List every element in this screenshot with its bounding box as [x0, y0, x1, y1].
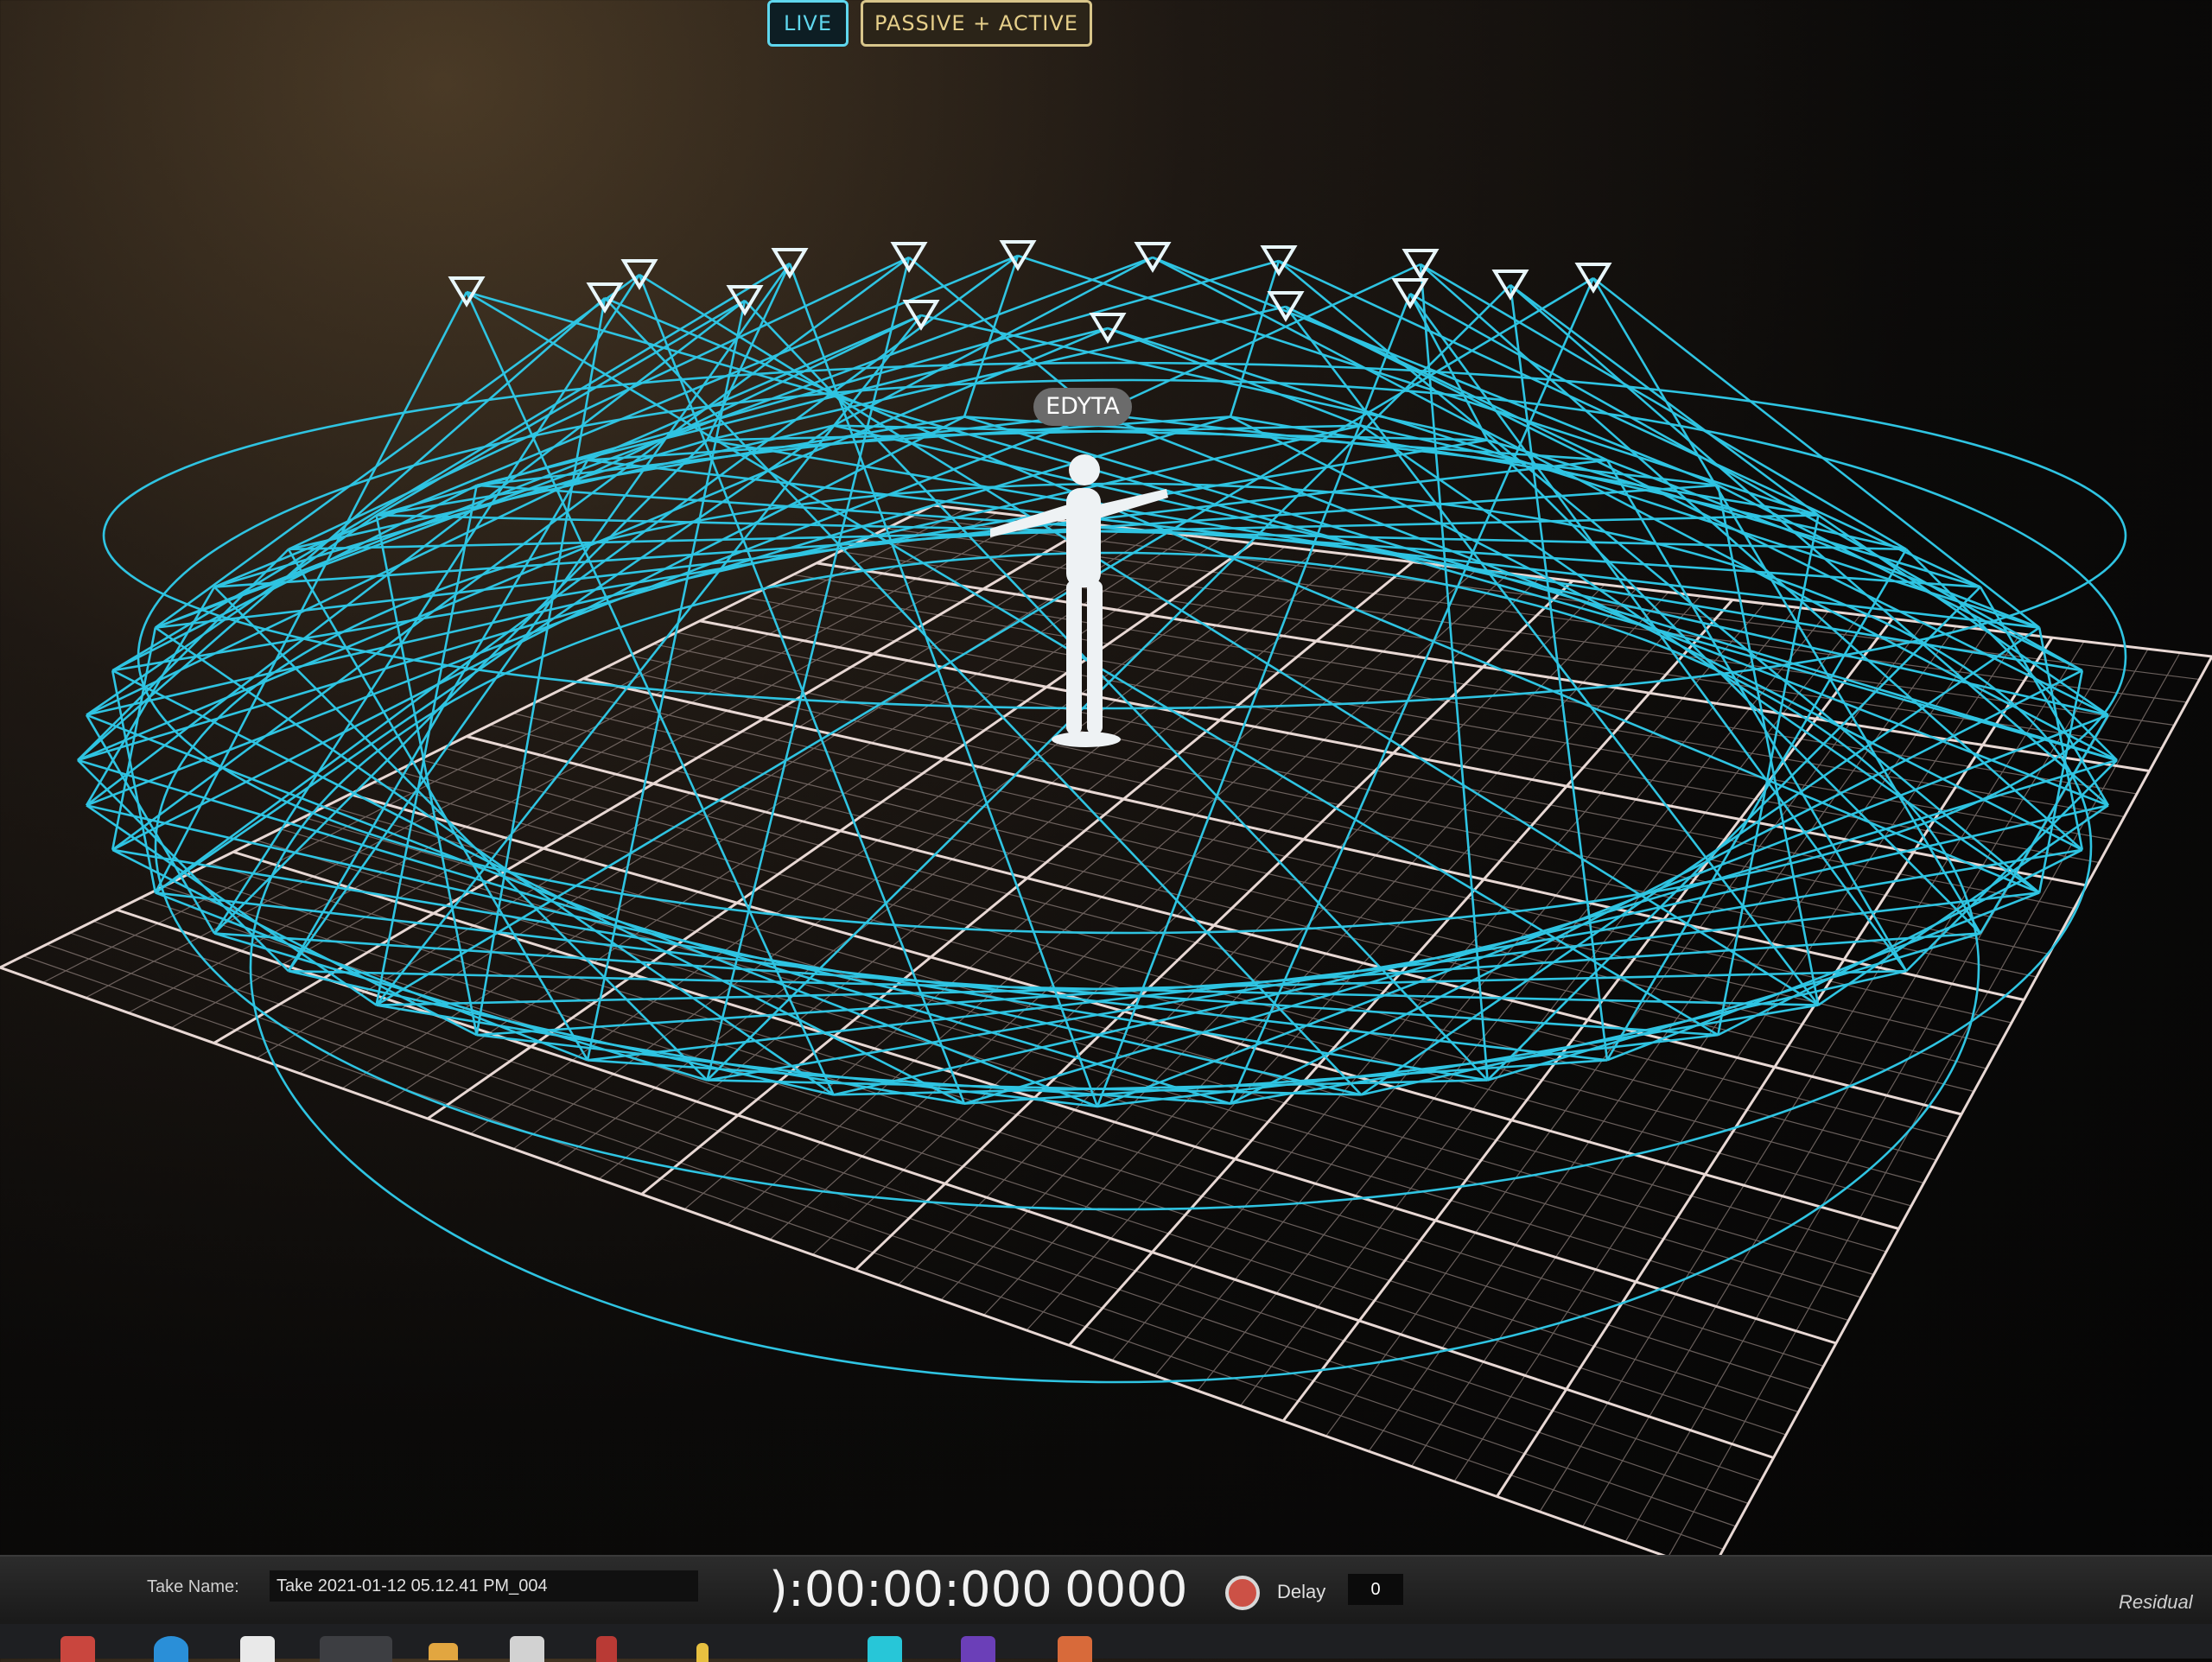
- frame-counter: 0000: [1065, 1562, 1188, 1618]
- live-badge[interactable]: LIVE: [767, 0, 849, 47]
- frustum-rim: [154, 482, 2093, 1211]
- frustum-edge: [375, 276, 1594, 1006]
- camera-icon[interactable]: [1134, 242, 1172, 273]
- camera-icon[interactable]: [448, 276, 486, 308]
- actor-left-leg: [1066, 580, 1082, 734]
- capture-volume-scene[interactable]: [0, 0, 2212, 1555]
- frustum-edge: [1230, 416, 2083, 851]
- camera-markers[interactable]: [448, 240, 1612, 344]
- actor-skeleton[interactable]: [990, 454, 1168, 747]
- frustum-edge: [963, 1058, 1608, 1105]
- frustum-edge: [77, 297, 606, 761]
- frustum-edge: [77, 327, 1109, 762]
- timeline-status-bar: Take Name: Take 2021-01-12 05.12.41 PM_0…: [0, 1555, 2212, 1626]
- grid-major-line: [1719, 656, 2212, 1555]
- delay-label: Delay: [1277, 1581, 1326, 1602]
- residual-label: Residual: [2119, 1591, 2193, 1613]
- grid-major-line: [699, 619, 2088, 887]
- frustum-edge: [376, 259, 1280, 517]
- 3d-viewport[interactable]: LIVE PASSIVE + ACTIVE EDYTA: [0, 0, 2212, 1555]
- grid-major-line: [854, 580, 1574, 1272]
- frustum-edge: [1230, 669, 2083, 1105]
- take-name-input[interactable]: Take 2021-01-12 05.12.41 PM_004: [270, 1570, 698, 1602]
- actor-feet: [1052, 732, 1121, 747]
- frustum-edge: [111, 416, 965, 851]
- frustum-edge: [111, 848, 478, 1037]
- actor-torso: [1066, 488, 1101, 587]
- grid-major-line: [1496, 637, 2054, 1498]
- timecode-display: ):00:00:000: [769, 1562, 1052, 1618]
- frustum-edge: [1107, 327, 1362, 427]
- folder-icon[interactable]: [429, 1643, 458, 1660]
- camera-icon[interactable]: [771, 248, 809, 279]
- pencil-icon[interactable]: [696, 1643, 709, 1662]
- frustum-edge: [287, 263, 791, 972]
- tracking-mode-pill[interactable]: PASSIVE + ACTIVE: [861, 0, 1092, 47]
- frustum-edge: [1592, 277, 1982, 935]
- take-name-label: Take Name:: [147, 1577, 239, 1596]
- frustum-edge: [86, 804, 1362, 1096]
- os-taskbar: [0, 1624, 2212, 1662]
- actor-name-label: EDYTA: [1033, 388, 1132, 426]
- frustum-edge: [111, 484, 478, 672]
- frustum-edge: [86, 299, 746, 807]
- camera-icon[interactable]: [902, 300, 940, 331]
- frustum-edge: [375, 314, 923, 1006]
- actor-right-leg: [1087, 580, 1103, 734]
- actor-head: [1069, 454, 1100, 485]
- delay-input[interactable]: 0: [1348, 1574, 1403, 1605]
- frustum-edge: [706, 263, 791, 441]
- frustum-edge: [707, 305, 1287, 441]
- grid-major-line: [1281, 618, 1894, 1422]
- frustum-edge: [85, 586, 216, 806]
- record-icon[interactable]: [1225, 1576, 1260, 1610]
- frustum-edge: [465, 291, 835, 1095]
- camera-icon[interactable]: [1089, 313, 1127, 344]
